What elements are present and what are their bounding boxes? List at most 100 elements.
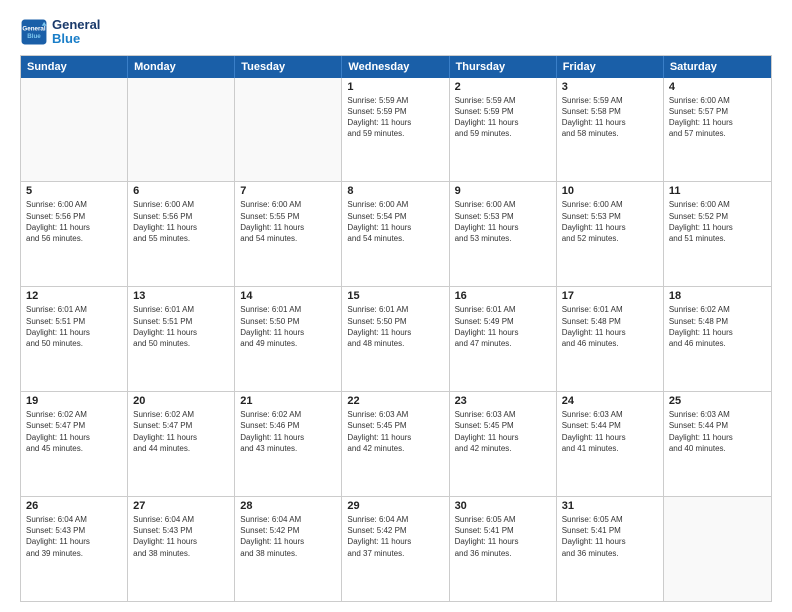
day-number: 28 xyxy=(240,500,336,512)
calendar-cell-day-24: 24Sunrise: 6:03 AM Sunset: 5:44 PM Dayli… xyxy=(557,392,664,496)
calendar-cell-day-2: 2 Sunrise: 5:59 AM Sunset: 5:59 PM Daylig… xyxy=(450,78,557,182)
cell-detail: Sunrise: 6:00 AM Sunset: 5:53 PM Dayligh… xyxy=(562,199,658,244)
calendar-cell-day-26: 26 Sunrise: 6:04 AM Sunset: 5:43 PM Dayli… xyxy=(21,497,128,601)
cell-detail: Sunrise: 6:02 AM Sunset: 5:46 PM Dayligh… xyxy=(240,409,336,454)
calendar-cell-day-30: 30Sunrise: 6:05 AM Sunset: 5:41 PM Dayli… xyxy=(450,497,557,601)
calendar-row-3: 12 Sunrise: 6:01 AM Sunset: 5:51 PM Dayli… xyxy=(21,287,771,392)
cell-detail: Sunrise: 6:01 AM Sunset: 5:51 PM Dayligh… xyxy=(26,304,122,349)
calendar-cell-day-17: 17 Sunrise: 6:01 AM Sunset: 5:48 PM Dayli… xyxy=(557,287,664,391)
day-number: 10 xyxy=(562,185,658,197)
cell-detail: Sunrise: 6:00 AM Sunset: 5:53 PM Dayligh… xyxy=(455,199,551,244)
day-number: 21 xyxy=(240,395,336,407)
cell-detail: Sunrise: 6:00 AM Sunset: 5:56 PM Dayligh… xyxy=(26,199,122,244)
calendar-cell-day-11: 11 Sunrise: 6:00 AM Sunset: 5:52 PM Dayli… xyxy=(664,182,771,286)
day-number: 4 xyxy=(669,81,766,93)
cell-detail: Sunrise: 6:03 AM Sunset: 5:45 PM Dayligh… xyxy=(347,409,443,454)
calendar-cell-day-13: 13 Sunrise: 6:01 AM Sunset: 5:51 PM Dayli… xyxy=(128,287,235,391)
cell-detail: Sunrise: 6:02 AM Sunset: 5:48 PM Dayligh… xyxy=(669,304,766,349)
day-number: 20 xyxy=(133,395,229,407)
day-number: 23 xyxy=(455,395,551,407)
day-number: 6 xyxy=(133,185,229,197)
cell-detail: Sunrise: 5:59 AM Sunset: 5:59 PM Dayligh… xyxy=(455,95,551,140)
day-number: 29 xyxy=(347,500,443,512)
day-number: 18 xyxy=(669,290,766,302)
day-number: 14 xyxy=(240,290,336,302)
calendar-row-1: 1Sunrise: 5:59 AM Sunset: 5:59 PM Daylig… xyxy=(21,78,771,183)
calendar-cell-day-12: 12 Sunrise: 6:01 AM Sunset: 5:51 PM Dayli… xyxy=(21,287,128,391)
cell-detail: Sunrise: 6:05 AM Sunset: 5:41 PM Dayligh… xyxy=(562,514,658,559)
calendar-cell-day-10: 10 Sunrise: 6:00 AM Sunset: 5:53 PM Dayli… xyxy=(557,182,664,286)
calendar-cell-day-29: 29 Sunrise: 6:04 AM Sunset: 5:42 PM Dayli… xyxy=(342,497,449,601)
day-number: 31 xyxy=(562,500,658,512)
cell-detail: Sunrise: 6:01 AM Sunset: 5:48 PM Dayligh… xyxy=(562,304,658,349)
calendar-cell-day-14: 14Sunrise: 6:01 AM Sunset: 5:50 PM Dayli… xyxy=(235,287,342,391)
header: General Blue General Blue xyxy=(20,18,772,47)
calendar-cell-empty xyxy=(21,78,128,182)
calendar-cell-day-19: 19 Sunrise: 6:02 AM Sunset: 5:47 PM Dayli… xyxy=(21,392,128,496)
cell-detail: Sunrise: 6:04 AM Sunset: 5:42 PM Dayligh… xyxy=(347,514,443,559)
day-number: 11 xyxy=(669,185,766,197)
weekday-header-sunday: Sunday xyxy=(21,56,128,78)
logo-text-blue: Blue xyxy=(52,32,100,46)
weekday-header-monday: Monday xyxy=(128,56,235,78)
cell-detail: Sunrise: 5:59 AM Sunset: 5:59 PM Dayligh… xyxy=(347,95,443,140)
calendar-cell-day-20: 20 Sunrise: 6:02 AM Sunset: 5:47 PM Dayli… xyxy=(128,392,235,496)
weekday-header-wednesday: Wednesday xyxy=(342,56,449,78)
calendar-cell-day-5: 5Sunrise: 6:00 AM Sunset: 5:56 PM Daylig… xyxy=(21,182,128,286)
cell-detail: Sunrise: 6:02 AM Sunset: 5:47 PM Dayligh… xyxy=(133,409,229,454)
calendar-cell-day-21: 21 Sunrise: 6:02 AM Sunset: 5:46 PM Dayli… xyxy=(235,392,342,496)
calendar-cell-day-4: 4 Sunrise: 6:00 AM Sunset: 5:57 PM Daylig… xyxy=(664,78,771,182)
calendar-cell-day-8: 8 Sunrise: 6:00 AM Sunset: 5:54 PM Daylig… xyxy=(342,182,449,286)
calendar-cell-empty xyxy=(664,497,771,601)
weekday-header-tuesday: Tuesday xyxy=(235,56,342,78)
day-number: 13 xyxy=(133,290,229,302)
cell-detail: Sunrise: 6:00 AM Sunset: 5:52 PM Dayligh… xyxy=(669,199,766,244)
cell-detail: Sunrise: 6:00 AM Sunset: 5:54 PM Dayligh… xyxy=(347,199,443,244)
day-number: 25 xyxy=(669,395,766,407)
calendar-cell-day-22: 22 Sunrise: 6:03 AM Sunset: 5:45 PM Dayli… xyxy=(342,392,449,496)
calendar: SundayMondayTuesdayWednesdayThursdayFrid… xyxy=(20,55,772,602)
calendar-cell-day-25: 25 Sunrise: 6:03 AM Sunset: 5:44 PM Dayli… xyxy=(664,392,771,496)
calendar-cell-day-27: 27Sunrise: 6:04 AM Sunset: 5:43 PM Dayli… xyxy=(128,497,235,601)
cell-detail: Sunrise: 5:59 AM Sunset: 5:58 PM Dayligh… xyxy=(562,95,658,140)
calendar-header: SundayMondayTuesdayWednesdayThursdayFrid… xyxy=(21,56,771,78)
calendar-cell-day-3: 3 Sunrise: 5:59 AM Sunset: 5:58 PM Daylig… xyxy=(557,78,664,182)
cell-detail: Sunrise: 6:00 AM Sunset: 5:57 PM Dayligh… xyxy=(669,95,766,140)
cell-detail: Sunrise: 6:04 AM Sunset: 5:43 PM Dayligh… xyxy=(133,514,229,559)
calendar-cell-day-1: 1Sunrise: 5:59 AM Sunset: 5:59 PM Daylig… xyxy=(342,78,449,182)
logo-icon: General Blue xyxy=(20,18,48,46)
cell-detail: Sunrise: 6:03 AM Sunset: 5:44 PM Dayligh… xyxy=(669,409,766,454)
cell-detail: Sunrise: 6:05 AM Sunset: 5:41 PM Dayligh… xyxy=(455,514,551,559)
calendar-page: General Blue General Blue SundayMondayTu… xyxy=(0,0,792,612)
day-number: 17 xyxy=(562,290,658,302)
weekday-header-friday: Friday xyxy=(557,56,664,78)
day-number: 7 xyxy=(240,185,336,197)
calendar-cell-day-18: 18 Sunrise: 6:02 AM Sunset: 5:48 PM Dayli… xyxy=(664,287,771,391)
day-number: 3 xyxy=(562,81,658,93)
cell-detail: Sunrise: 6:01 AM Sunset: 5:49 PM Dayligh… xyxy=(455,304,551,349)
cell-detail: Sunrise: 6:01 AM Sunset: 5:50 PM Dayligh… xyxy=(347,304,443,349)
cell-detail: Sunrise: 6:00 AM Sunset: 5:55 PM Dayligh… xyxy=(240,199,336,244)
calendar-row-4: 19 Sunrise: 6:02 AM Sunset: 5:47 PM Dayli… xyxy=(21,392,771,497)
calendar-cell-day-31: 31 Sunrise: 6:05 AM Sunset: 5:41 PM Dayli… xyxy=(557,497,664,601)
calendar-cell-empty xyxy=(128,78,235,182)
cell-detail: Sunrise: 6:02 AM Sunset: 5:47 PM Dayligh… xyxy=(26,409,122,454)
calendar-cell-day-16: 16Sunrise: 6:01 AM Sunset: 5:49 PM Dayli… xyxy=(450,287,557,391)
cell-detail: Sunrise: 6:04 AM Sunset: 5:43 PM Dayligh… xyxy=(26,514,122,559)
day-number: 19 xyxy=(26,395,122,407)
weekday-header-saturday: Saturday xyxy=(664,56,771,78)
day-number: 8 xyxy=(347,185,443,197)
calendar-cell-day-6: 6 Sunrise: 6:00 AM Sunset: 5:56 PM Daylig… xyxy=(128,182,235,286)
calendar-cell-day-15: 15Sunrise: 6:01 AM Sunset: 5:50 PM Dayli… xyxy=(342,287,449,391)
calendar-cell-day-9: 9Sunrise: 6:00 AM Sunset: 5:53 PM Daylig… xyxy=(450,182,557,286)
cell-detail: Sunrise: 6:00 AM Sunset: 5:56 PM Dayligh… xyxy=(133,199,229,244)
calendar-cell-day-7: 7 Sunrise: 6:00 AM Sunset: 5:55 PM Daylig… xyxy=(235,182,342,286)
day-number: 2 xyxy=(455,81,551,93)
calendar-row-5: 26 Sunrise: 6:04 AM Sunset: 5:43 PM Dayli… xyxy=(21,497,771,601)
day-number: 26 xyxy=(26,500,122,512)
day-number: 12 xyxy=(26,290,122,302)
cell-detail: Sunrise: 6:01 AM Sunset: 5:51 PM Dayligh… xyxy=(133,304,229,349)
cell-detail: Sunrise: 6:03 AM Sunset: 5:45 PM Dayligh… xyxy=(455,409,551,454)
calendar-cell-day-23: 23 Sunrise: 6:03 AM Sunset: 5:45 PM Dayli… xyxy=(450,392,557,496)
day-number: 22 xyxy=(347,395,443,407)
